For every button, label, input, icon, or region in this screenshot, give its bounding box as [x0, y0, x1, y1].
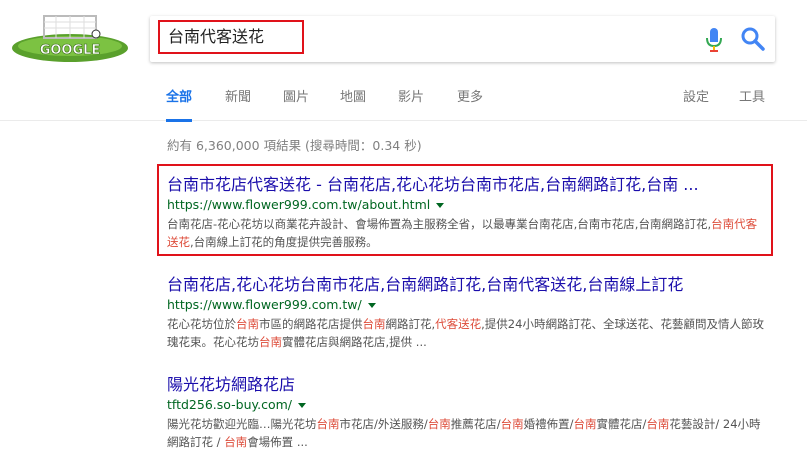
result-url: https://www.flower999.com.tw/about.html [167, 196, 767, 213]
result-url: tftd256.so-buy.com/ [167, 396, 767, 413]
snippet-text: 網路訂花, [385, 317, 436, 331]
snippet-emphasis: 台南 [500, 417, 524, 431]
result-snippet: 台南花店-花心花坊以商業花卉設計、會場佈置為主服務全省，以最專業台南花店,台南市… [167, 215, 767, 251]
search-result: 台南花店,花心花坊台南市花店,台南網路訂花,台南代客送花,台南線上訂花 http… [167, 275, 767, 351]
result-url-text: https://www.flower999.com.tw/ [167, 297, 362, 312]
search-result: 陽光花坊網路花店 tftd256.so-buy.com/ 陽光花坊歡迎光臨…陽光… [167, 375, 767, 451]
dropdown-arrow-icon[interactable] [436, 203, 445, 208]
snippet-text: 花心花坊位於 [167, 317, 236, 331]
snippet-emphasis: 台南 [259, 335, 282, 349]
result-url: https://www.flower999.com.tw/ [167, 296, 767, 313]
snippet-text: 實體花店與網路花店,提供 ... [282, 335, 427, 349]
tools-link[interactable]: 工具 [739, 88, 765, 108]
result-title-link[interactable]: 陽光花坊網路花店 [167, 375, 767, 395]
snippet-emphasis: 台南 [316, 417, 340, 431]
microphone-icon[interactable] [702, 26, 726, 54]
tab-more[interactable]: 更多 [457, 88, 483, 119]
result-stats: 約有 6,360,000 項結果 (搜尋時間：0.34 秒) [167, 138, 422, 153]
snippet-text: 市區的網路花店提供 [259, 317, 363, 331]
snippet-text: 陽光花坊歡迎光臨…陽光花坊 [167, 417, 317, 431]
search-icon[interactable] [740, 26, 766, 52]
tab-maps[interactable]: 地圖 [340, 88, 366, 119]
snippet-text: 市花店/外送服務/ [339, 417, 428, 431]
snippet-text: 實體花店/ [596, 417, 647, 431]
tab-videos[interactable]: 影片 [398, 88, 424, 119]
tab-all[interactable]: 全部 [166, 88, 193, 122]
snippet-text: 台南花店-花心花坊以商業花卉設計、會場佈置為主服務全省，以最專業台南花店,台南市… [167, 217, 712, 231]
result-snippet: 陽光花坊歡迎光臨…陽光花坊台南市花店/外送服務/台南推薦花店/台南婚禮佈置/台南… [167, 415, 767, 451]
snippet-emphasis: 代客送花 [435, 317, 482, 331]
svg-text:GOOGLE: GOOGLE [40, 43, 101, 58]
dropdown-arrow-icon[interactable] [367, 303, 376, 308]
snippet-text: 婚禮佈置/ [523, 417, 574, 431]
tab-news[interactable]: 新聞 [225, 88, 251, 119]
search-input[interactable]: 台南代客送花 [158, 20, 304, 54]
settings-link[interactable]: 設定 [683, 88, 709, 108]
snippet-text: 會場佈置 ... [247, 435, 308, 449]
snippet-emphasis: 台南 [573, 417, 597, 431]
result-url-text: https://www.flower999.com.tw/about.html [167, 197, 431, 212]
result-title-link[interactable]: 台南市花店代客送花 - 台南花店,花心花坊台南市花店,台南網路訂花,台南 ... [167, 175, 767, 195]
snippet-emphasis: 台南 [362, 317, 386, 331]
header: GOOGLE 台南代客送花 全部 新聞 圖片 地圖 影片 更多 設定 工具 [0, 0, 807, 122]
snippet-emphasis: 台南 [646, 417, 670, 431]
result-url-text: tftd256.so-buy.com/ [167, 397, 293, 412]
search-result: 台南市花店代客送花 - 台南花店,花心花坊台南市花店,台南網路訂花,台南 ...… [167, 175, 767, 251]
snippet-emphasis: 台南 [224, 435, 248, 449]
snippet-emphasis: 台南 [236, 317, 259, 331]
result-title-link[interactable]: 台南花店,花心花坊台南市花店,台南網路訂花,台南代客送花,台南線上訂花 [167, 275, 767, 295]
tab-images[interactable]: 圖片 [283, 88, 309, 119]
dropdown-arrow-icon[interactable] [298, 403, 307, 408]
snippet-text: 推薦花店/ [450, 417, 501, 431]
result-snippet: 花心花坊位於台南市區的網路花店提供台南網路訂花,代客送花,提供24小時網路訂花、… [167, 315, 767, 351]
snippet-text: ,台南線上訂花的角度提供完善服務。 [190, 235, 378, 249]
google-doodle-logo[interactable]: GOOGLE [10, 14, 130, 64]
snippet-emphasis: 台南 [427, 417, 451, 431]
